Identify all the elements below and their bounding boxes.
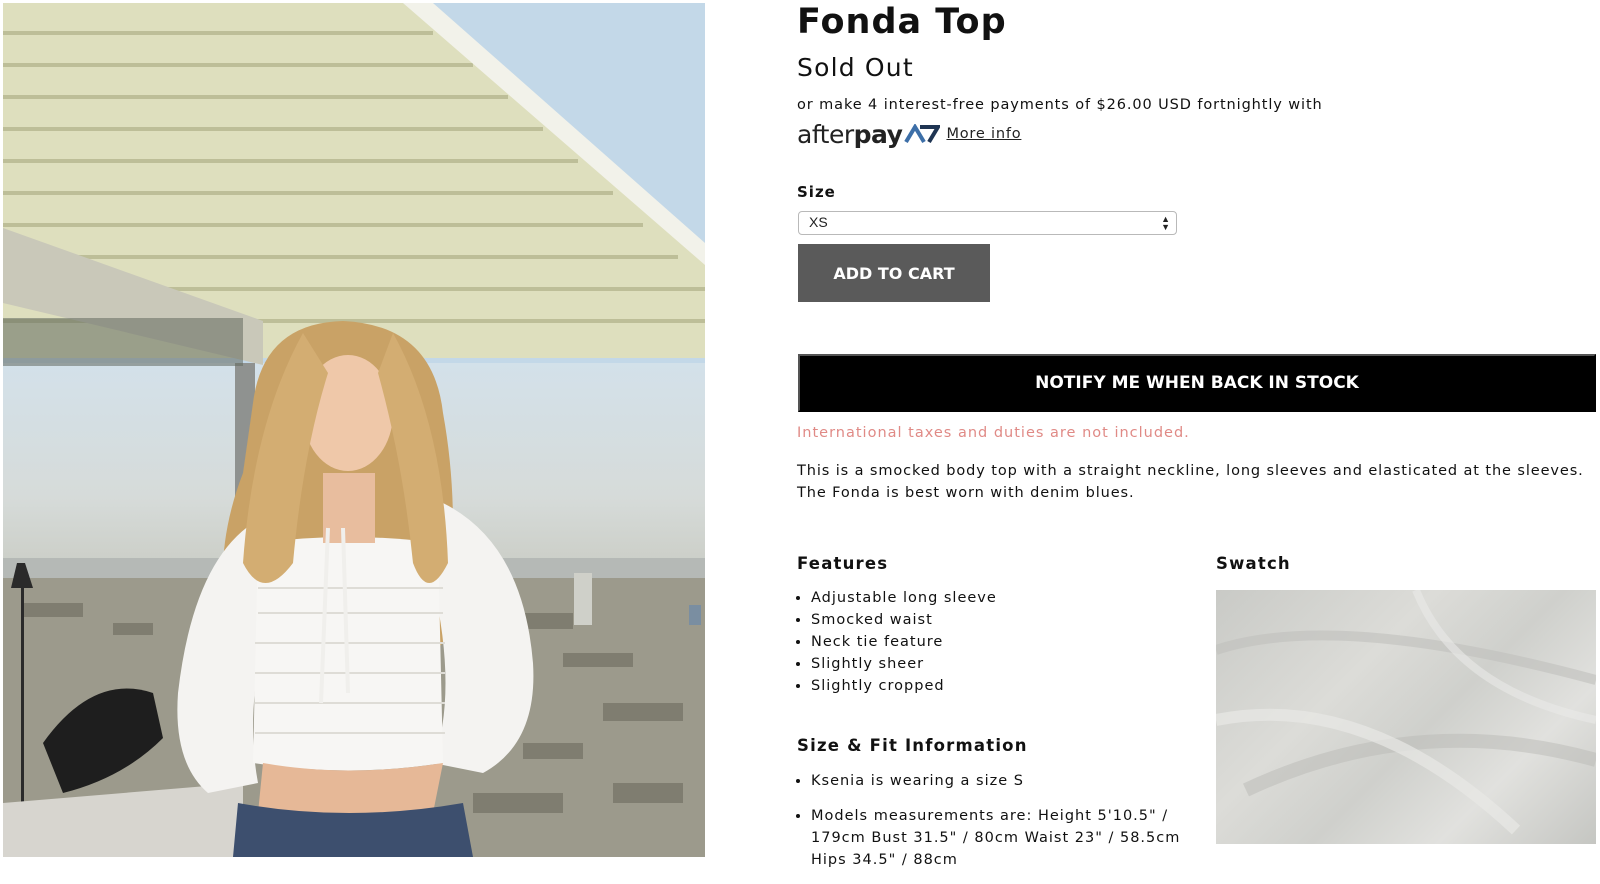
product-description: This is a smocked body top with a straig… (797, 463, 1584, 501)
fabric-swatch-image (1216, 590, 1596, 844)
features-list: Adjustable long sleeve Smocked waist Nec… (797, 587, 997, 697)
feature-item: Slightly sheer (811, 653, 997, 675)
size-select-value: XS (809, 214, 828, 230)
size-fit-item: Models measurements are: Height 5'10.5" … (811, 805, 1191, 871)
size-select[interactable]: XS ▲ ▼ (798, 211, 1177, 235)
size-label: Size (797, 183, 836, 201)
tax-note: International taxes and duties are not i… (797, 425, 1190, 441)
product-status: Sold Out (797, 53, 914, 82)
afterpay-row: after pay More info (797, 120, 1021, 148)
select-arrows-icon: ▲ ▼ (1161, 214, 1170, 232)
fabric-texture-illustration (1216, 590, 1596, 835)
features-heading: Features (797, 554, 889, 573)
product-title: Fonda Top (797, 2, 1007, 42)
afterpay-logo: after pay (797, 119, 941, 149)
product-photo-illustration (3, 3, 705, 857)
product-image[interactable] (3, 3, 705, 857)
afterpay-logo-after: after (797, 119, 854, 149)
feature-item: Slightly cropped (811, 675, 997, 697)
afterpay-message: or make 4 interest-free payments of $26.… (797, 97, 1323, 113)
feature-item: Neck tie feature (811, 631, 997, 653)
notify-back-in-stock-button[interactable]: NOTIFY ME WHEN BACK IN STOCK (798, 354, 1596, 412)
size-fit-item: Ksenia is wearing a size S (811, 770, 1191, 792)
feature-item: Smocked waist (811, 609, 997, 631)
afterpay-mark-icon (904, 124, 941, 144)
more-info-link[interactable]: More info (946, 126, 1021, 142)
feature-item: Adjustable long sleeve (811, 587, 997, 609)
swatch-heading: Swatch (1216, 554, 1291, 573)
add-to-cart-button[interactable]: ADD TO CART (798, 244, 990, 302)
afterpay-logo-pay: pay (853, 119, 903, 149)
size-fit-list: Ksenia is wearing a size S Models measur… (797, 770, 1191, 884)
size-fit-heading: Size & Fit Information (797, 736, 1028, 755)
